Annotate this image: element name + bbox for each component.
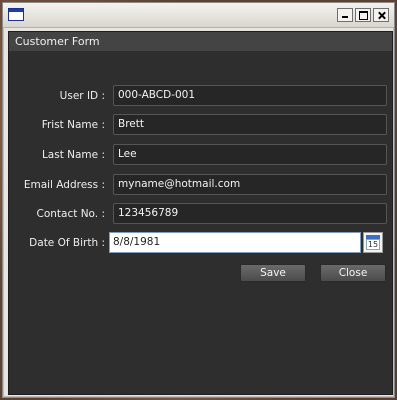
email-row: Email Address : myname@hotmail.com: [9, 173, 392, 197]
user-id-label: User ID :: [59, 90, 105, 102]
first-name-label: Frist Name :: [41, 119, 105, 131]
maximize-icon[interactable]: [355, 8, 371, 22]
save-button[interactable]: Save: [240, 264, 306, 282]
contact-row: Contact No. : 123456789: [9, 202, 392, 226]
window-icon: [8, 8, 24, 21]
close-button[interactable]: Close: [320, 264, 386, 282]
calendar-icon[interactable]: 15: [363, 232, 383, 253]
last-name-field[interactable]: Lee: [113, 144, 387, 165]
minimize-icon[interactable]: [337, 8, 353, 22]
user-id-field[interactable]: 000-ABCD-001: [113, 85, 387, 106]
dob-row: Date Of Birth : 8/8/1981 15: [9, 231, 392, 255]
title-bar[interactable]: [3, 3, 394, 28]
dob-field[interactable]: 8/8/1981: [109, 232, 361, 253]
last-name-label: Last Name :: [41, 149, 105, 161]
first-name-row: Frist Name : Brett: [9, 113, 392, 137]
app-window: Customer Form User ID : 000-ABCD-001 Fri…: [2, 2, 395, 398]
contact-field[interactable]: 123456789: [113, 203, 387, 224]
close-icon[interactable]: [373, 8, 389, 22]
window-controls: [337, 8, 389, 22]
first-name-field[interactable]: Brett: [113, 114, 387, 135]
calendar-icon-day: 15: [366, 239, 380, 250]
email-label: Email Address :: [23, 179, 105, 191]
customer-form: Customer Form User ID : 000-ABCD-001 Fri…: [8, 31, 393, 395]
contact-label: Contact No. :: [36, 208, 106, 220]
dob-label: Date Of Birth :: [29, 237, 105, 249]
user-id-row: User ID : 000-ABCD-001: [9, 84, 392, 108]
last-name-row: Last Name : Lee: [9, 143, 392, 167]
email-field[interactable]: myname@hotmail.com: [113, 174, 387, 195]
form-title: Customer Form: [9, 32, 392, 51]
